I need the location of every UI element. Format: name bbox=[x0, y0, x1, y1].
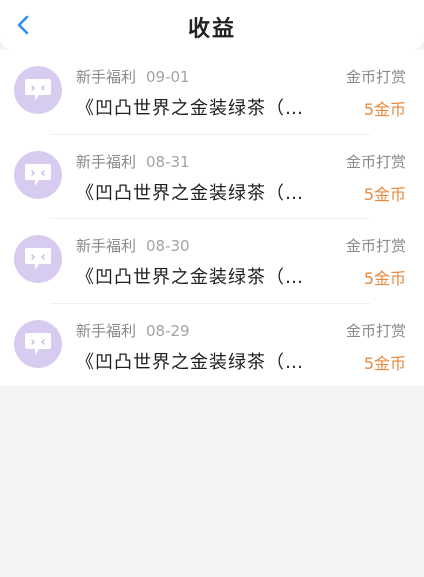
chat-bubble-face-icon bbox=[25, 248, 51, 270]
item-title: 《凹凸世界之金装绿茶（… bbox=[76, 98, 304, 119]
item-date: 08-29 bbox=[146, 322, 190, 340]
earnings-list: 新手福利 09-01 《凹凸世界之金装绿茶（… 金币打赏 5金币 新手福利 08-3… bbox=[0, 50, 424, 386]
item-amount: 5金币 bbox=[363, 269, 406, 288]
list-item[interactable]: 新手福利 08-31 《凹凸世界之金装绿茶（… 金币打赏 5金币 bbox=[0, 135, 424, 219]
item-title: 《凹凸世界之金装绿茶（… bbox=[76, 183, 304, 204]
item-title: 《凹凸世界之金装绿茶（… bbox=[76, 352, 304, 373]
item-date: 08-31 bbox=[146, 153, 190, 171]
top-bar: 收益 bbox=[0, 0, 424, 50]
avatar bbox=[14, 235, 62, 283]
avatar bbox=[14, 66, 62, 114]
item-amount: 5金币 bbox=[363, 100, 406, 119]
page-title: 收益 bbox=[187, 17, 236, 42]
item-category: 新手福利 bbox=[76, 237, 137, 255]
item-type: 金币打赏 bbox=[345, 153, 406, 171]
item-amount: 5金币 bbox=[363, 354, 406, 373]
item-category: 新手福利 bbox=[76, 153, 137, 171]
list-item[interactable]: 新手福利 09-01 《凹凸世界之金装绿茶（… 金币打赏 5金币 bbox=[0, 50, 424, 134]
chat-bubble-face-icon bbox=[25, 79, 51, 101]
avatar bbox=[14, 151, 62, 199]
avatar bbox=[14, 320, 62, 368]
item-amount: 5金币 bbox=[363, 185, 406, 204]
item-type: 金币打赏 bbox=[345, 237, 406, 255]
list-item[interactable]: 新手福利 08-29 《凹凸世界之金装绿茶（… 金币打赏 5金币 bbox=[0, 304, 424, 388]
item-date: 09-01 bbox=[146, 68, 190, 86]
chat-bubble-face-icon bbox=[25, 333, 51, 355]
item-date: 08-30 bbox=[146, 237, 190, 255]
chat-bubble-face-icon bbox=[25, 164, 51, 186]
item-title: 《凹凸世界之金装绿茶（… bbox=[76, 267, 304, 288]
item-type: 金币打赏 bbox=[345, 322, 406, 340]
item-category: 新手福利 bbox=[76, 68, 137, 86]
item-category: 新手福利 bbox=[76, 322, 137, 340]
list-item[interactable]: 新手福利 08-30 《凹凸世界之金装绿茶（… 金币打赏 5金币 bbox=[0, 219, 424, 303]
item-type: 金币打赏 bbox=[345, 68, 406, 86]
